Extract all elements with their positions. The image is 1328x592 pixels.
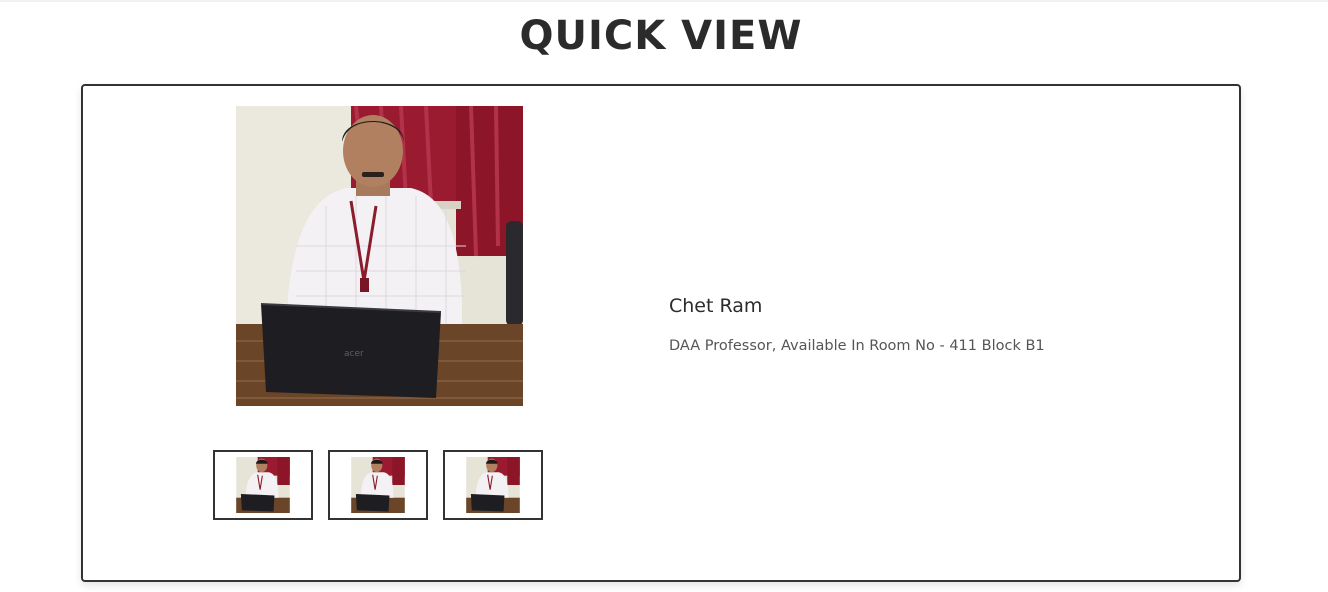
thumbnail-3-image (466, 457, 520, 513)
thumbnail-1-image (236, 457, 290, 513)
quick-view-card: acer Chet Ram DAA Professor, Available I… (81, 84, 1241, 582)
thumbnail-1[interactable] (213, 450, 313, 520)
thumbnail-2[interactable] (328, 450, 428, 520)
person-description: DAA Professor, Available In Room No - 41… (669, 338, 1045, 354)
thumbnail-3[interactable] (443, 450, 543, 520)
top-divider (0, 0, 1328, 2)
person-photo-image: acer (236, 106, 523, 406)
svg-text:acer: acer (344, 349, 364, 359)
main-photo: acer (236, 106, 523, 406)
person-name: Chet Ram (669, 295, 763, 317)
thumbnail-2-image (351, 457, 405, 513)
page-title: QUICK VIEW (519, 13, 803, 59)
